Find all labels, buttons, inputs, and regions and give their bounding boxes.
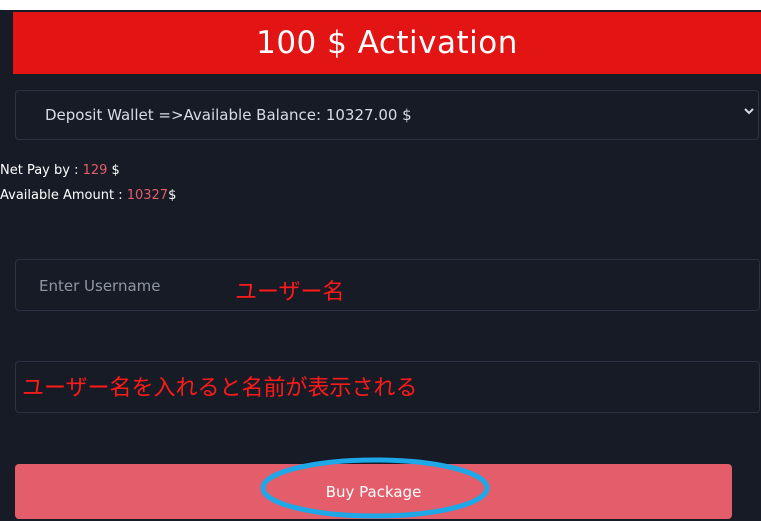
chevron-down-icon — [744, 108, 754, 115]
net-pay-label: Net Pay by : — [0, 163, 83, 178]
available-amount-label: Available Amount : — [0, 188, 127, 203]
top-strip — [0, 0, 761, 10]
username-placeholder: Enter Username — [39, 277, 161, 295]
available-amount-value: 10327 — [126, 188, 169, 203]
net-pay-info: Net Pay by : 129 $ — [0, 163, 120, 178]
wallet-select-value: Deposit Wallet =>Available Balance: 1032… — [45, 106, 412, 124]
net-pay-currency: $ — [107, 163, 120, 178]
username-input[interactable]: Enter Username — [15, 259, 760, 311]
page-title: 100 $ Activation — [13, 12, 761, 74]
available-amount-info: Available Amount : 10327$ — [0, 188, 176, 203]
name-display-annotation: ユーザー名を入れると名前が表示される — [22, 376, 418, 401]
available-amount-currency: $ — [168, 188, 177, 203]
wallet-select[interactable]: Deposit Wallet =>Available Balance: 1032… — [15, 90, 759, 140]
net-pay-value: 129 — [82, 163, 108, 178]
username-annotation: ユーザー名 — [235, 280, 345, 305]
buy-package-label: Buy Package — [325, 482, 422, 501]
buy-package-button[interactable]: Buy Package — [15, 464, 732, 519]
